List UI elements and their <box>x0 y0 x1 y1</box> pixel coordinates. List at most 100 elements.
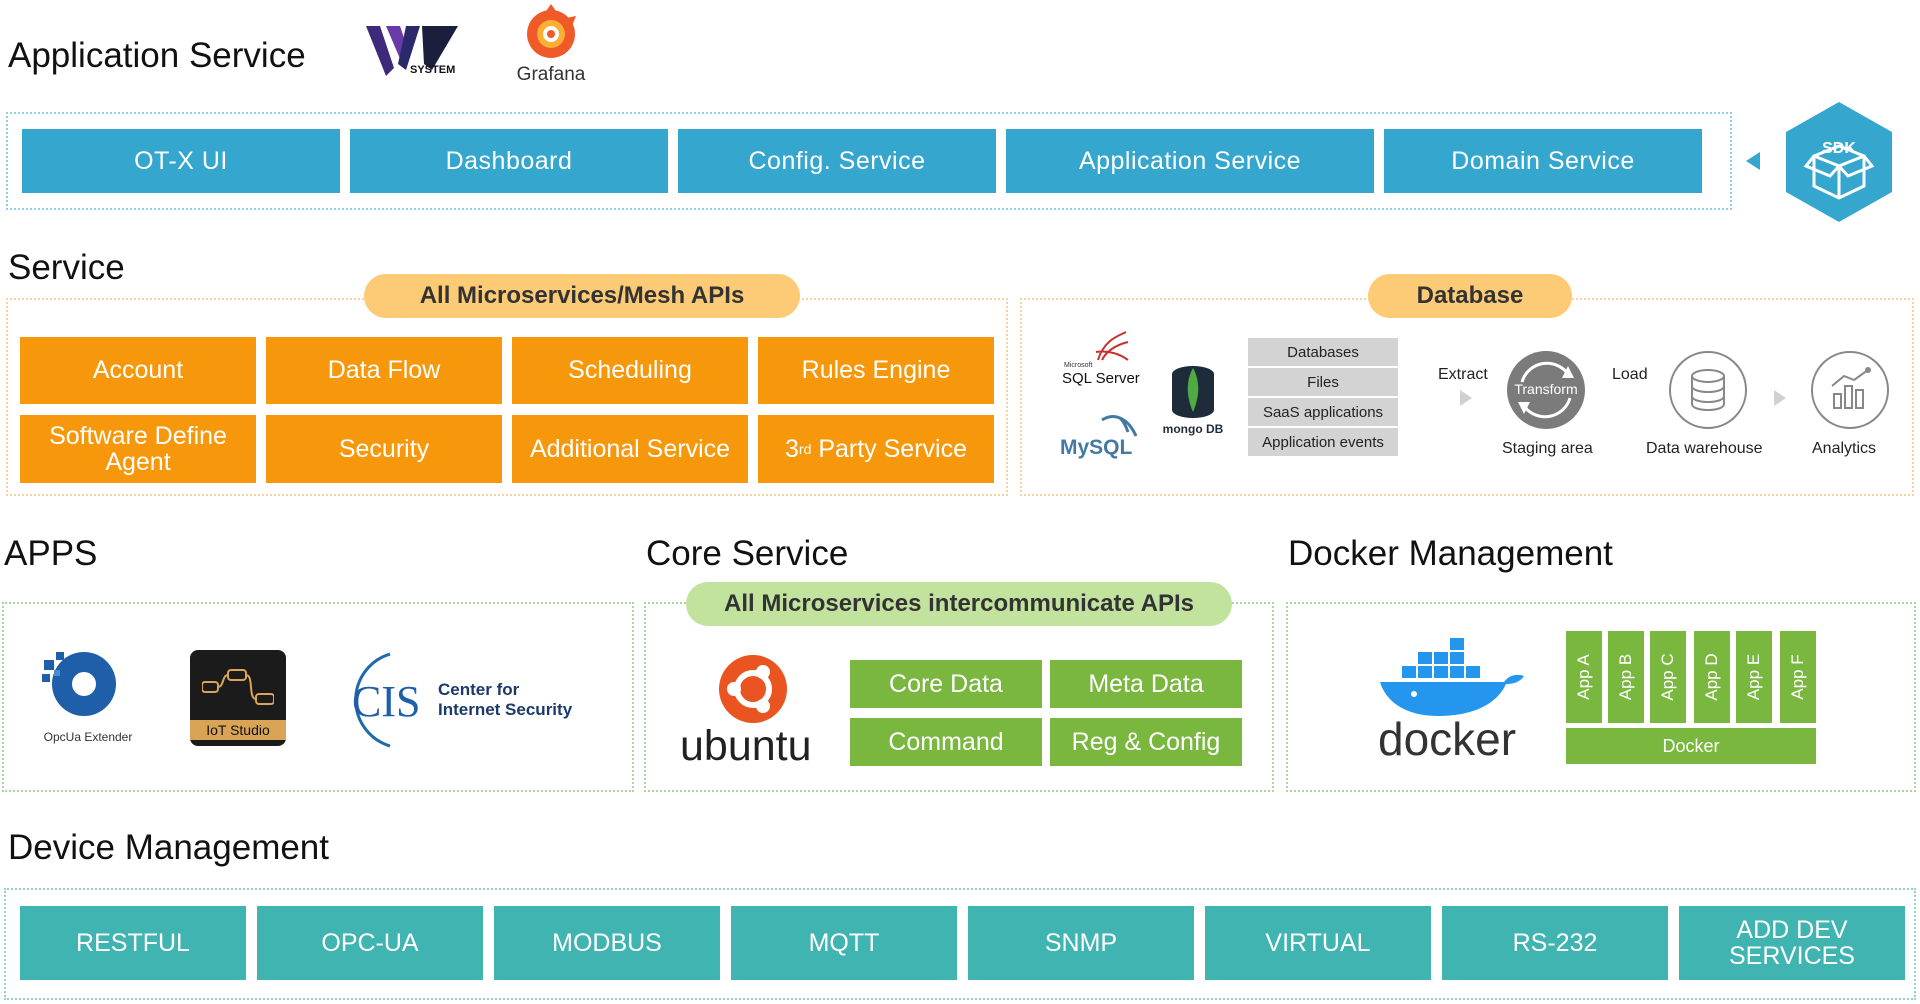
mysql-label: MySQL <box>1060 436 1133 459</box>
third-party-sup: rd <box>798 440 812 457</box>
rs232-button[interactable]: RS-232 <box>1442 906 1668 980</box>
load-label: Load <box>1612 366 1648 383</box>
app-f-column[interactable]: App F <box>1780 631 1816 723</box>
data-warehouse-circle <box>1668 350 1748 430</box>
docker-bar[interactable]: Docker <box>1566 728 1816 764</box>
intercommunicate-pill: All Microservices intercommunicate APIs <box>686 582 1232 626</box>
mysql-logo: MySQL <box>1056 412 1146 464</box>
source-app-events: Application events <box>1248 428 1398 456</box>
sdk-badge: SDK <box>1784 100 1894 224</box>
virtual-button[interactable]: VIRTUAL <box>1205 906 1431 980</box>
opcua-extender-logo: OpcUa Extender <box>30 648 146 748</box>
analytics-chart-icon <box>1811 351 1889 429</box>
docker-logo: docker <box>1374 630 1534 765</box>
service-title: Service <box>8 248 125 287</box>
source-saas: SaaS applications <box>1248 398 1398 426</box>
mongodb-label: mongo DB <box>1162 422 1224 436</box>
database-pill: Database <box>1368 274 1572 318</box>
arrow-right-icon <box>1774 390 1786 406</box>
vw-system-label: SYSTEM <box>410 64 456 76</box>
cis-line1: Center for <box>438 680 520 699</box>
rules-engine-box[interactable]: Rules Engine <box>758 337 994 404</box>
app-e-label: App E <box>1744 653 1763 701</box>
dashboard-button[interactable]: Dashboard <box>350 129 668 193</box>
mqtt-button[interactable]: MQTT <box>731 906 957 980</box>
iot-studio-icon <box>202 669 274 705</box>
restful-button[interactable]: RESTFUL <box>20 906 246 980</box>
docker-wordmark: docker <box>1378 713 1517 765</box>
data-warehouse-label: Data warehouse <box>1646 440 1763 457</box>
sql-server-icon <box>1095 331 1129 361</box>
app-b-label: App B <box>1616 653 1635 701</box>
app-a-column[interactable]: App A <box>1566 631 1602 723</box>
database-cylinder-icon <box>1669 351 1747 429</box>
core-service-title: Core Service <box>646 534 849 573</box>
app-f-label: App F <box>1788 654 1807 700</box>
application-service-button[interactable]: Application Service <box>1006 129 1374 193</box>
ubuntu-label: ubuntu <box>680 722 812 770</box>
app-d-label: App D <box>1702 653 1721 701</box>
source-files: Files <box>1248 368 1398 396</box>
third-party-suffix: Party Service <box>811 434 967 463</box>
ubuntu-logo: ubuntu <box>678 652 818 772</box>
docker-whale-icon <box>1380 638 1524 716</box>
domain-service-button[interactable]: Domain Service <box>1384 129 1702 193</box>
app-e-column[interactable]: App E <box>1736 631 1772 723</box>
sql-server-label: SQL Server <box>1062 370 1140 387</box>
iot-studio-label: IoT Studio <box>190 720 286 740</box>
transform-circle: Transform <box>1506 350 1586 430</box>
cis-acronym: CIS <box>352 677 421 726</box>
app-a-label: App A <box>1574 654 1593 700</box>
analytics-label: Analytics <box>1812 440 1877 457</box>
app-b-column[interactable]: App B <box>1608 631 1644 723</box>
core-data-box[interactable]: Core Data <box>850 660 1042 708</box>
staging-area-label: Staging area <box>1502 440 1593 457</box>
analytics-circle <box>1810 350 1890 430</box>
grafana-icon <box>527 4 576 58</box>
add-dev-services-button[interactable]: ADD DEV SERVICES <box>1679 906 1905 980</box>
cis-line2: Internet Security <box>438 700 573 719</box>
mongodb-icon <box>1172 366 1214 418</box>
modbus-button[interactable]: MODBUS <box>494 906 720 980</box>
opcua-extender-label: OpcUa Extender <box>43 730 133 744</box>
security-box[interactable]: Security <box>266 415 502 483</box>
iot-studio-logo: IoT Studio <box>190 650 286 746</box>
application-service-title: Application Service <box>8 36 306 75</box>
opc-ua-button[interactable]: OPC-UA <box>257 906 483 980</box>
docker-management-title: Docker Management <box>1288 534 1613 573</box>
app-c-label: App C <box>1658 653 1677 701</box>
account-box[interactable]: Account <box>20 337 256 404</box>
grafana-logo: Grafana <box>506 2 596 86</box>
grafana-label: Grafana <box>516 64 586 85</box>
device-management-title: Device Management <box>8 828 329 867</box>
sdk-box-icon <box>1786 102 1892 222</box>
source-databases: Databases <box>1248 338 1398 366</box>
command-box[interactable]: Command <box>850 718 1042 766</box>
otx-ui-button[interactable]: OT-X UI <box>22 129 340 193</box>
data-flow-box[interactable]: Data Flow <box>266 337 502 404</box>
software-define-agent-box[interactable]: Software Define Agent <box>20 415 256 483</box>
sdk-label: SDK <box>1822 140 1856 157</box>
app-d-column[interactable]: App D <box>1694 631 1730 723</box>
scheduling-box[interactable]: Scheduling <box>512 337 748 404</box>
app-c-column[interactable]: App C <box>1650 631 1686 723</box>
mongodb-logo: mongo DB <box>1160 364 1226 440</box>
arrow-right-icon <box>1460 390 1472 406</box>
opcua-extender-icon <box>42 652 116 716</box>
third-party-service-box[interactable]: 3rd Party Service <box>758 415 994 483</box>
third-party-prefix: 3 <box>785 434 799 463</box>
arrow-left-icon <box>1746 152 1760 170</box>
sql-server-microsoft: Microsoft <box>1064 362 1093 369</box>
cis-logo: CIS Center for Internet Security <box>338 648 608 752</box>
snmp-button[interactable]: SNMP <box>968 906 1194 980</box>
microservices-mesh-pill: All Microservices/Mesh APIs <box>364 274 800 318</box>
transform-label: Transform <box>1514 381 1578 397</box>
meta-data-box[interactable]: Meta Data <box>1050 660 1242 708</box>
ubuntu-icon <box>719 655 787 723</box>
sql-server-logo: Microsoft SQL Server <box>1054 326 1140 394</box>
extract-label: Extract <box>1438 366 1488 383</box>
vw-system-logo: SYSTEM <box>362 20 462 82</box>
additional-service-box[interactable]: Additional Service <box>512 415 748 483</box>
config-service-button[interactable]: Config. Service <box>678 129 996 193</box>
reg-config-box[interactable]: Reg & Config <box>1050 718 1242 766</box>
